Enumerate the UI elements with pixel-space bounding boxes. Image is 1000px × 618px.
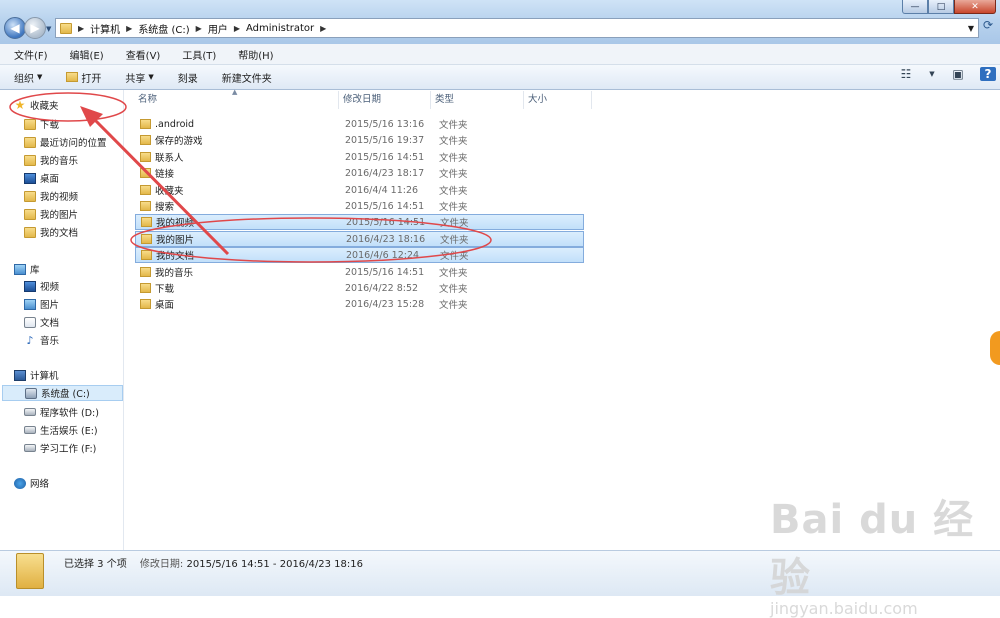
watermark-url: jingyan.baidu.com bbox=[770, 599, 918, 618]
selection-highlight-ellipse bbox=[130, 217, 492, 263]
annotation-arrow-line bbox=[90, 115, 230, 256]
annotation-layer bbox=[9, 92, 492, 263]
favorites-highlight-ellipse bbox=[9, 92, 127, 122]
